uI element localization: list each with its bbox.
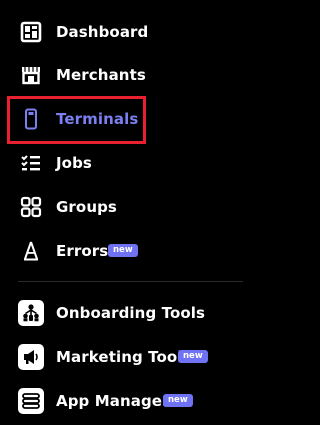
nav-item-groups[interactable]: Groups [0, 189, 243, 225]
nav-item-marketing-tools[interactable]: Marketing Tools new [0, 339, 243, 375]
dashboard-icon [18, 19, 44, 45]
nav-item-label: Jobs [56, 154, 92, 172]
nav-item-errors[interactable]: Errors new [0, 233, 243, 269]
new-badge: new [163, 394, 193, 407]
terminal-icon [18, 106, 44, 132]
nav-item-merchants[interactable]: Merchants [0, 57, 243, 93]
nav-item-label: Terminals [56, 110, 139, 128]
app-manager-icon [18, 388, 44, 414]
nav-item-label: Onboarding Tools [56, 304, 206, 322]
nav-item-label: App Manager [56, 392, 170, 410]
nav-item-dashboard[interactable]: Dashboard [0, 14, 243, 50]
nav-item-label: Merchants [56, 66, 146, 84]
onboarding-icon [18, 300, 44, 326]
grid-icon [18, 194, 44, 220]
nav-item-label: Groups [56, 198, 117, 216]
sidebar-nav: Dashboard Merchants Terminals Jobs Group… [0, 0, 243, 425]
divider [18, 281, 243, 282]
new-badge: new [178, 350, 208, 363]
nav-item-label: Errors [56, 242, 109, 260]
nav-item-label: Marketing Tools [56, 348, 192, 366]
nav-item-app-manager[interactable]: App Manager new [0, 383, 243, 419]
megaphone-icon [18, 344, 44, 370]
nav-item-terminals[interactable]: Terminals [0, 101, 243, 137]
error-icon [18, 238, 44, 264]
new-badge: new [108, 244, 138, 257]
checklist-icon [18, 150, 44, 176]
nav-item-label: Dashboard [56, 23, 149, 41]
nav-item-jobs[interactable]: Jobs [0, 145, 243, 181]
nav-item-onboarding-tools[interactable]: Onboarding Tools [0, 295, 243, 331]
storefront-icon [18, 62, 44, 88]
